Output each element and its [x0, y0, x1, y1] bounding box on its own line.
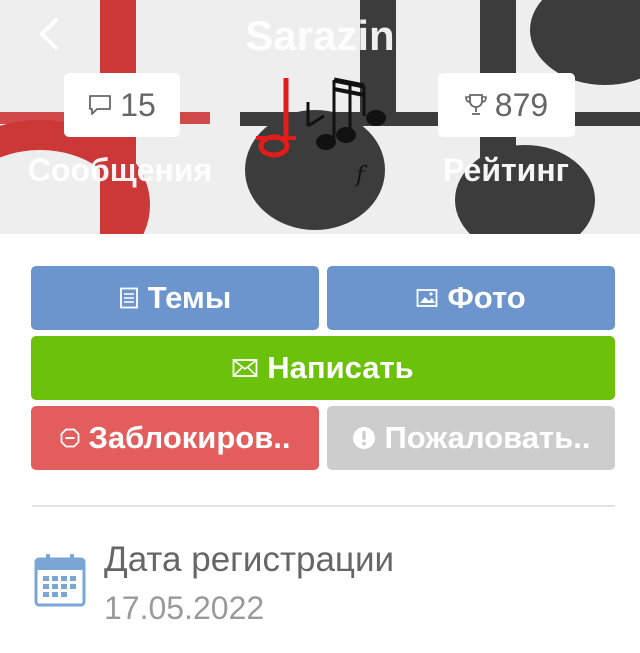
rating-label: Рейтинг: [442, 152, 569, 188]
registration-date-label: Дата регистрации: [104, 540, 395, 579]
write-message-label: Написать: [267, 350, 414, 385]
profile-username: Sarazin: [245, 12, 395, 59]
calendar-icon: [34, 554, 86, 607]
rating-count-box[interactable]: 879: [438, 73, 575, 137]
block-user-button[interactable]: Заблокиров..: [31, 406, 319, 470]
registration-date-value: 17.05.2022: [104, 590, 265, 626]
svg-text:f: f: [354, 163, 368, 188]
trophy-icon: [464, 94, 487, 115]
report-user-button[interactable]: Пожаловать..: [327, 406, 615, 470]
stop-octagon-icon: [60, 428, 79, 448]
messages-label: Сообщения: [27, 152, 213, 188]
rating-count: 879: [494, 86, 549, 123]
block-user-label: Заблокиров..: [88, 420, 291, 455]
messages-count-box[interactable]: 15: [64, 73, 180, 137]
section-divider: [32, 505, 615, 507]
document-icon: [119, 287, 138, 309]
comment-icon: [89, 95, 112, 115]
photos-button[interactable]: Фото: [327, 266, 615, 330]
profile-header: Sarazin 15 Сообщения 879 Рейтинг f: [0, 0, 640, 234]
exclamation-circle-icon: [352, 427, 375, 449]
write-message-button[interactable]: Написать: [31, 336, 615, 400]
photos-button-label: Фото: [447, 280, 526, 315]
topics-button[interactable]: Темы: [31, 266, 319, 330]
messages-count: 15: [120, 86, 156, 123]
user-avatar[interactable]: f: [250, 72, 390, 200]
report-user-label: Пожаловать..: [384, 420, 591, 455]
topics-button-label: Темы: [147, 280, 232, 315]
envelope-icon: [232, 359, 258, 377]
image-icon: [416, 289, 438, 307]
